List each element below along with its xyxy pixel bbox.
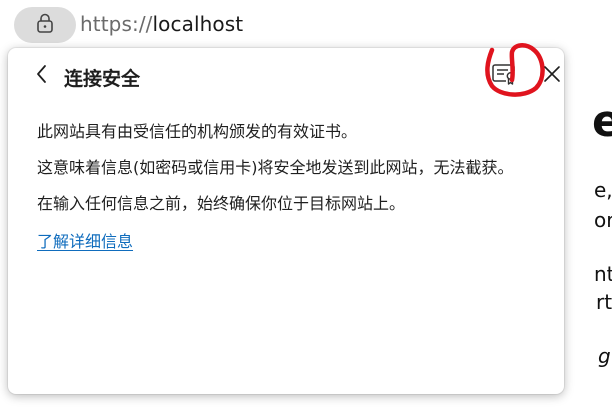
close-icon (542, 64, 562, 88)
lock-icon (35, 12, 55, 38)
learn-more-link[interactable]: 了解详细信息 (37, 230, 133, 254)
url-scheme: https:// (80, 12, 153, 36)
page-text-fragment: e (592, 96, 612, 147)
chevron-left-icon (35, 64, 49, 88)
certificate-valid-text: 此网站具有由受信任的机构颁发的有效证书。 (37, 122, 358, 141)
verify-site-text: 在输入任何信息之前，始终确保你位于目标网站上。 (37, 194, 406, 213)
page-text-fragment: nt (594, 262, 612, 286)
background-page: e e, or nt rt g (560, 50, 612, 412)
flyout-title: 连接安全 (64, 68, 141, 90)
close-button[interactable] (538, 62, 566, 90)
site-info-button[interactable] (14, 7, 76, 43)
page-text-fragment: or (594, 208, 612, 232)
page-text-fragment: rt (596, 290, 612, 314)
secure-transfer-text: 这意味着信息(如密码或信用卡)将安全地发送到此网站，无法截获。 (37, 158, 514, 177)
page-text-fragment: g (598, 344, 611, 368)
page-text-fragment: e, (594, 178, 612, 202)
flyout-header: 连接安全 (8, 43, 566, 104)
certificate-icon (491, 62, 517, 90)
address-bar: https://localhost (0, 0, 612, 48)
url-field[interactable]: https://localhost (80, 12, 243, 36)
browser-window: https://localhost e e, or nt rt g 连接安全 此… (0, 0, 612, 412)
certificate-button[interactable] (486, 60, 522, 92)
url-host: localhost (152, 12, 244, 36)
connection-security-flyout: 连接安全 此网站具有由受信任的机构颁发的有效证书。 这意味着信息(如密码或信用卡… (8, 43, 566, 394)
flyout-body: 此网站具有由受信任的机构颁发的有效证书。 这意味着信息(如密码或信用卡)将安全地… (37, 120, 547, 254)
back-button[interactable] (28, 62, 56, 90)
